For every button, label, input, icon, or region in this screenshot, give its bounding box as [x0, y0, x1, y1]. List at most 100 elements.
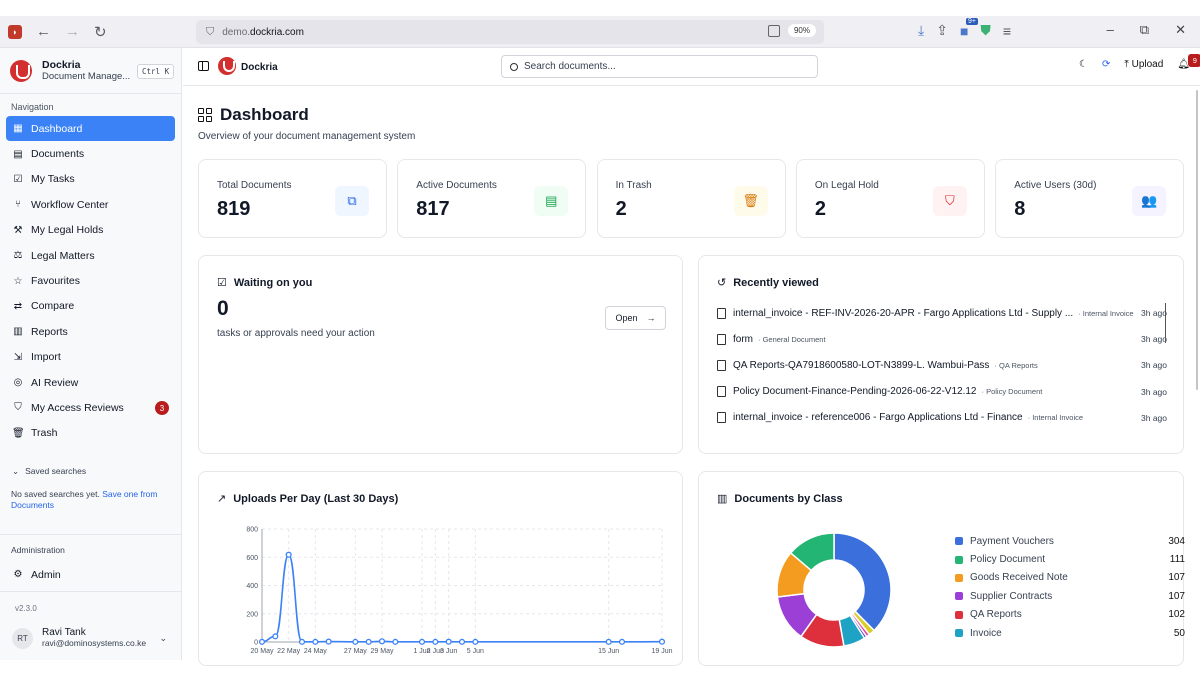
- user-email: ravi@dominosystems.co.ke: [42, 638, 147, 649]
- search-input[interactable]: Search documents...: [501, 55, 818, 78]
- site-shield-icon[interactable]: ⛉: [206, 26, 214, 39]
- stat-card[interactable]: In Trash 2 🗑: [596, 159, 786, 238]
- sidebar-item-import[interactable]: ⇲ Import: [6, 345, 175, 370]
- notifications-button[interactable]: 🔔︎ 9: [1177, 54, 1200, 70]
- workflow-icon: ⑂: [15, 199, 21, 211]
- topbar-app-name: Dockria: [241, 62, 278, 73]
- saved-empty-text: No saved searches yet.: [11, 489, 103, 500]
- pie-slice[interactable]: [833, 532, 892, 632]
- y-tick-label: 200: [246, 611, 258, 618]
- list-item[interactable]: form · General Document 3h ago: [717, 326, 1167, 352]
- open-button-label: Open: [615, 313, 638, 323]
- theme-toggle-icon[interactable]: ☾: [1079, 59, 1088, 70]
- upload-icon: ⤒: [1124, 59, 1129, 70]
- sidebar-item-label: My Access Reviews: [31, 401, 124, 414]
- stat-card[interactable]: Active Documents 817 ▤: [397, 159, 587, 238]
- doc-name: internal_invoice - REF-INV-2026-20-APR -…: [733, 307, 1074, 319]
- sidebar-item-my-legal-holds[interactable]: ⚒ My Legal Holds: [6, 218, 175, 243]
- reload-icon[interactable]: ↻: [94, 23, 107, 41]
- ai-review-icon: ◎: [13, 377, 23, 389]
- nav-section-title: Navigation: [11, 102, 54, 112]
- stat-card[interactable]: Active Users (30d) 8 👥: [995, 159, 1185, 238]
- sidebar-header[interactable]: Dockria Document Manage... Ctrl K: [0, 48, 181, 94]
- sidebar-item-reports[interactable]: ▥ Reports: [6, 319, 175, 344]
- list-item[interactable]: internal_invoice - REF-INV-2026-20-APR -…: [717, 300, 1167, 326]
- vpn-shield-icon[interactable]: ⛊: [980, 22, 991, 39]
- zoom-level[interactable]: 90%: [787, 24, 816, 37]
- saved-searches-toggle[interactable]: ⌄ Saved searches: [0, 446, 181, 484]
- back-icon[interactable]: ←: [36, 23, 51, 40]
- file-icon: [717, 359, 726, 371]
- list-item[interactable]: Policy Document-Finance-Pending-2026-06-…: [717, 379, 1167, 405]
- doc-name: internal_invoice - reference006 - Fargo …: [733, 412, 1023, 424]
- reader-view-icon[interactable]: [768, 25, 780, 37]
- file-check-icon: ▤: [534, 186, 569, 216]
- url-prefix: demo.: [222, 26, 251, 38]
- sidebar-item-dashboard[interactable]: ▦ Dashboard: [6, 116, 175, 142]
- data-point: [418, 638, 426, 645]
- download-icon[interactable]: ⤓: [918, 22, 924, 39]
- list-item[interactable]: Payment Vouchers-Administration-PV-2026-…: [717, 431, 1167, 435]
- legend-label: Supplier Contracts: [970, 590, 1053, 602]
- upload-label: Upload: [1131, 59, 1164, 70]
- list-item[interactable]: internal_invoice - reference006 - Fargo …: [717, 405, 1167, 431]
- sidebar-item-documents[interactable]: ▤ Documents: [6, 141, 175, 166]
- viewed-time: 3h ago: [1138, 334, 1167, 345]
- sidebar-item-workflow-center[interactable]: ⑂ Workflow Center: [6, 192, 175, 217]
- file-icon: [717, 307, 726, 319]
- forward-icon[interactable]: →: [65, 23, 80, 40]
- browser-nav: ◗ ← → ↻: [0, 23, 196, 41]
- x-tick-label: 24 May: [304, 648, 327, 655]
- stat-value: 2: [814, 198, 827, 220]
- recent-scrollbar[interactable]: [1165, 303, 1166, 343]
- legend-item: Policy Document 111: [955, 550, 1185, 568]
- star-icon: ☆: [13, 275, 23, 287]
- browser-toolbar: ◗ ← → ↻ ⛉ demo. dockria.com 90% ⤓ ⇪ ■ 9+ ⛊…: [0, 16, 1200, 48]
- sidebar-item-trash[interactable]: 🗑 Trash: [6, 421, 175, 446]
- legend-value: 107: [1168, 590, 1185, 602]
- sync-icon[interactable]: ⟳: [1102, 59, 1110, 70]
- task-check-icon: ☑: [13, 173, 23, 185]
- doc-class: · General Document: [758, 334, 826, 344]
- upload-button[interactable]: ⤒ Upload: [1124, 59, 1163, 70]
- stat-label: In Trash: [615, 180, 652, 191]
- uploads-line-chart: 0 200 400 600 800 20 May 22 May 24 May 27 May 29 …: [246, 527, 672, 656]
- app-logo: [218, 57, 236, 75]
- command-shortcut[interactable]: Ctrl K: [137, 64, 175, 79]
- sidebar-toggle-icon[interactable]: [198, 61, 209, 71]
- sidebar-item-favourites[interactable]: ☆ Favourites: [6, 268, 175, 293]
- sidebar-item-admin[interactable]: ⚙ Admin: [6, 562, 175, 587]
- extension-icon[interactable]: ■ 9+: [960, 17, 978, 39]
- doc-class: · Internal Invoice: [1027, 413, 1084, 423]
- sidebar-item-ai-review[interactable]: ◎ AI Review: [6, 370, 175, 395]
- viewed-time: 3h ago: [1138, 412, 1167, 423]
- document-icon: ▤: [13, 148, 23, 160]
- sidebar-item-my-tasks[interactable]: ☑ My Tasks: [6, 167, 175, 192]
- restore-icon[interactable]: ⧉: [1140, 22, 1149, 38]
- share-icon[interactable]: ⇪: [936, 22, 948, 39]
- sidebar-item-label: Legal Matters: [31, 249, 95, 262]
- address-bar[interactable]: ⛉ demo. dockria.com 90%: [196, 20, 824, 44]
- data-point: [285, 551, 292, 558]
- user-menu[interactable]: RT Ravi Tank ravi@dominosystems.co.ke ⌄: [0, 623, 181, 653]
- stat-card[interactable]: Total Documents 819 ⧉: [198, 159, 387, 238]
- extension-badge: 9+: [965, 17, 978, 25]
- stat-card[interactable]: On Legal Hold 2 ⛉: [795, 159, 985, 238]
- close-icon[interactable]: ✕: [1175, 22, 1186, 38]
- trend-icon: ↗: [217, 493, 227, 505]
- browser-menu-icon[interactable]: ◗: [8, 24, 22, 39]
- open-button[interactable]: Open →: [605, 306, 666, 330]
- sidebar-item-my-access-reviews[interactable]: ⛉ My Access Reviews 3: [6, 395, 175, 420]
- sidebar-item-legal-matters[interactable]: ⚖ Legal Matters: [6, 243, 175, 268]
- data-point: [658, 638, 666, 645]
- gavel-icon: ⚒: [13, 224, 23, 236]
- data-point: [432, 638, 439, 645]
- minimize-icon[interactable]: –: [1107, 22, 1114, 38]
- waiting-subtitle: tasks or approvals need your action: [217, 328, 375, 339]
- sidebar-item-compare[interactable]: ⇄ Compare: [6, 294, 175, 319]
- menu-icon[interactable]: ≡: [1003, 23, 1011, 39]
- list-item[interactable]: QA Reports-QA7918600580-LOT-N3899-L. Wam…: [717, 352, 1167, 378]
- saved-searches-label: Saved searches: [25, 466, 87, 477]
- x-tick-label: 22 May: [277, 648, 300, 655]
- page-scrollbar[interactable]: [1196, 90, 1198, 390]
